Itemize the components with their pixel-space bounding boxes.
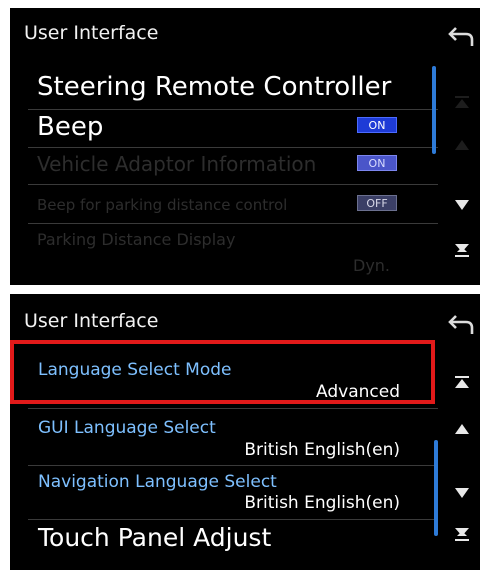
steering-remote-controller-item[interactable]: Steering Remote Controller <box>37 72 391 102</box>
gui-language-select-item[interactable]: GUI Language Select <box>38 418 216 438</box>
parking-distance-display-value: Dyn. <box>353 256 391 275</box>
bottom-screen: User Interface Language Select Mode Adva… <box>10 294 480 570</box>
scroll-down-icon[interactable] <box>454 198 470 212</box>
page-down-icon[interactable] <box>454 528 470 542</box>
scroll-up-icon[interactable] <box>454 422 470 436</box>
row-divider <box>28 223 438 224</box>
beep-parking-distance-item[interactable]: Beep for parking distance control <box>37 196 287 214</box>
scrollbar-thumb[interactable] <box>432 66 436 154</box>
bottom-screen-title: User Interface <box>24 310 159 332</box>
vehicle-adaptor-information-item[interactable]: Vehicle Adaptor Information <box>37 152 316 176</box>
back-arrow-icon[interactable] <box>446 22 476 48</box>
row-divider <box>28 519 438 520</box>
language-select-mode-item[interactable]: Language Select Mode <box>38 360 231 380</box>
row-divider <box>28 109 438 110</box>
row-divider <box>28 184 438 185</box>
beep-item[interactable]: Beep <box>37 112 103 142</box>
row-divider <box>28 408 438 409</box>
navigation-language-select-value: British English(en) <box>244 493 400 513</box>
page-down-icon[interactable] <box>454 244 470 258</box>
row-divider <box>28 465 438 466</box>
top-screen-title: User Interface <box>24 22 159 44</box>
scrollbar-thumb[interactable] <box>434 440 438 536</box>
scroll-up-icon[interactable] <box>454 138 470 152</box>
gui-language-select-value: British English(en) <box>244 440 400 460</box>
language-select-mode-value: Advanced <box>316 382 400 402</box>
parking-distance-display-item[interactable]: Parking Distance Display <box>37 230 235 249</box>
scroll-down-icon[interactable] <box>454 486 470 500</box>
page-up-icon[interactable] <box>454 96 470 110</box>
vehicle-adaptor-on-badge[interactable]: ON <box>357 155 397 171</box>
navigation-language-select-item[interactable]: Navigation Language Select <box>38 472 277 492</box>
page-up-icon[interactable] <box>454 376 470 390</box>
touch-panel-adjust-item[interactable]: Touch Panel Adjust <box>38 523 271 552</box>
row-divider <box>28 147 438 148</box>
top-screen: User Interface Steering Remote Controlle… <box>10 8 480 285</box>
back-arrow-icon[interactable] <box>446 310 476 336</box>
beep-parking-off-badge[interactable]: OFF <box>357 195 397 211</box>
beep-on-badge[interactable]: ON <box>357 117 397 133</box>
